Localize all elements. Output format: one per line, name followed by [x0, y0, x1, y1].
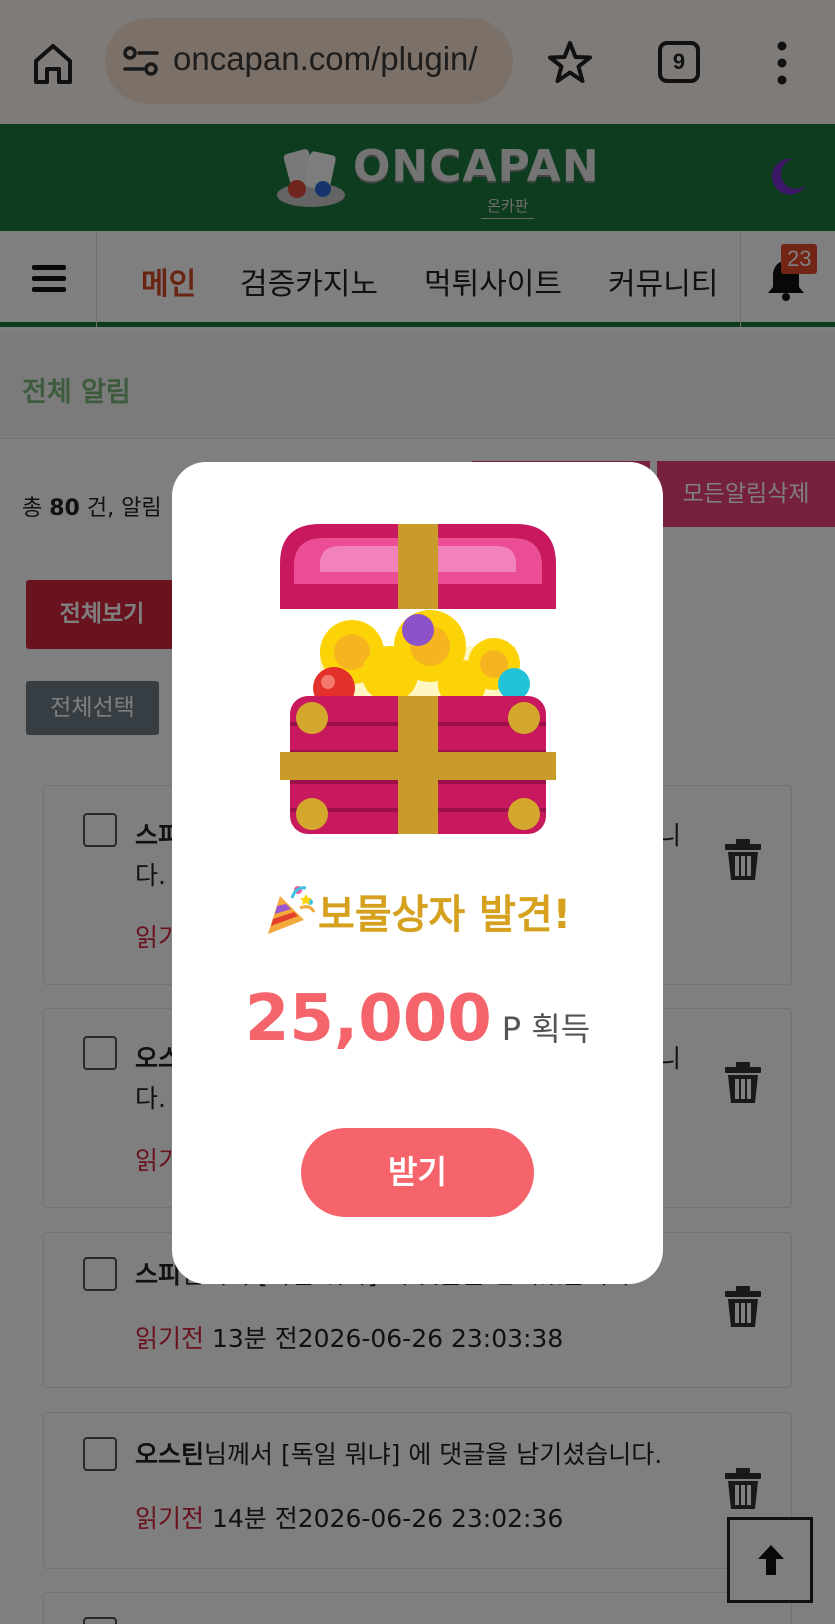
- claim-button[interactable]: 받기: [301, 1128, 534, 1217]
- treasure-modal: 보물상자 발견! 25,000 P 획득 받기: [172, 462, 663, 1284]
- reward-line: 25,000 P 획득: [172, 982, 663, 1056]
- treasure-chest-icon: [280, 524, 556, 834]
- modal-title: 보물상자 발견!: [172, 882, 663, 940]
- party-popper-icon: [268, 886, 316, 934]
- reward-unit: P 획득: [501, 1010, 591, 1048]
- modal-title-text: 보물상자 발견!: [318, 892, 571, 938]
- reward-amount: 25,000: [244, 982, 492, 1056]
